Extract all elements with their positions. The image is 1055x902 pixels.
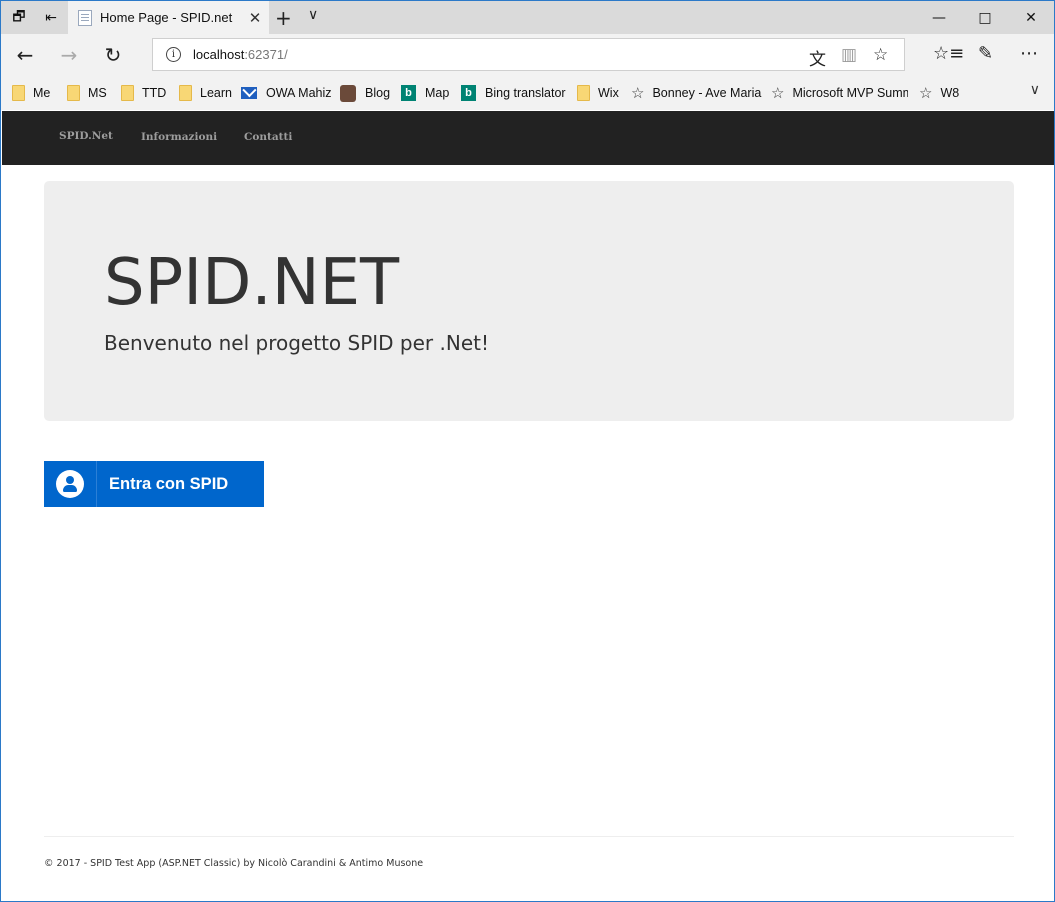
favorite-learn[interactable]: Learn	[179, 83, 232, 103]
folder-icon	[577, 85, 590, 101]
browser-tab[interactable]: Home Page - SPID.net ✕	[68, 1, 269, 34]
favorite-label: Blog	[365, 86, 391, 100]
bing-icon: b	[461, 85, 476, 101]
mail-icon	[241, 87, 257, 99]
favorite-blog[interactable]: Blog	[340, 83, 390, 103]
favorite-label: Learn	[200, 86, 232, 100]
folder-icon	[179, 85, 192, 101]
reading-view-icon[interactable]: ▥	[841, 45, 857, 65]
page-icon	[78, 9, 92, 26]
footer-divider	[44, 836, 1014, 837]
folder-icon	[121, 85, 134, 101]
window-close-icon[interactable]: ✕	[1008, 1, 1054, 34]
jumbotron: SPID.NET Benvenuto nel progetto SPID per…	[44, 181, 1014, 421]
forward-arrow-icon[interactable]: →	[54, 40, 84, 70]
tab-preview-icon[interactable]: 🗗	[9, 8, 29, 28]
info-icon[interactable]: i	[166, 47, 181, 62]
tab-title: Home Page - SPID.net	[100, 10, 233, 25]
footer-text: © 2017 - SPID Test App (ASP.NET Classic)…	[44, 858, 424, 869]
spid-icon-container	[44, 461, 97, 507]
favorites-list-icon[interactable]: ☆≡	[933, 43, 964, 64]
favorite-owa[interactable]: OWA Mahiz	[241, 83, 332, 103]
favorite-bonney[interactable]: ☆ Bonney - Ave Maria	[631, 83, 761, 103]
folder-icon	[67, 85, 80, 101]
favorite-mvp-summit[interactable]: ☆ Microsoft MVP Summ	[771, 83, 908, 103]
favorite-label: Bing translator	[485, 86, 566, 100]
star-icon: ☆	[919, 85, 933, 102]
favorite-w8[interactable]: ☆ W8	[919, 83, 959, 103]
star-icon: ☆	[771, 85, 785, 102]
favorite-ttd[interactable]: TTD	[121, 83, 166, 103]
favorite-label: W8	[940, 86, 960, 100]
user-icon	[56, 470, 84, 498]
favorite-ms[interactable]: MS	[67, 83, 107, 103]
nav-brand[interactable]: SPID.Net	[59, 130, 113, 142]
spid-login-label: Entra con SPID	[109, 474, 229, 493]
page-lead: Benvenuto nel progetto SPID per .Net!	[104, 331, 489, 355]
favorite-label: Map	[425, 86, 450, 100]
address-bar[interactable]: i localhost:62371/ 文 ▥ ☆	[152, 38, 905, 71]
star-icon: ☆	[631, 85, 645, 102]
favorite-label: MS	[88, 86, 107, 100]
close-icon[interactable]: ✕	[245, 9, 265, 27]
tab-bar: 🗗 ⇤ Home Page - SPID.net ✕ + ∨ — □ ✕	[1, 1, 1054, 34]
star-icon[interactable]: ☆	[873, 45, 888, 65]
refresh-icon[interactable]: ↻	[98, 40, 128, 70]
favorites-bar: Me MS TTD Learn OWA Mahiz Blog b Map b Bin…	[1, 76, 1054, 110]
minimize-icon[interactable]: —	[916, 1, 962, 34]
favorite-label: Me	[33, 86, 51, 100]
plus-icon[interactable]: +	[275, 6, 292, 30]
favorite-label: Bonney - Ave Maria	[652, 86, 762, 100]
back-arrow-icon[interactable]: ←	[10, 40, 40, 70]
address-host: localhost	[193, 47, 245, 62]
favorite-me[interactable]: Me	[12, 83, 50, 103]
maximize-icon[interactable]: □	[962, 1, 1008, 34]
chevron-down-icon[interactable]: ∨	[308, 7, 318, 23]
page-title: SPID.NET	[104, 246, 400, 320]
favorite-bing-translator[interactable]: b Bing translator	[461, 83, 566, 103]
bing-icon: b	[401, 85, 416, 101]
person-icon	[340, 84, 356, 102]
site-navbar: SPID.Net Informazioni Contatti	[2, 111, 1054, 165]
chevron-down-icon[interactable]: ∨	[1030, 82, 1040, 98]
favorite-wix[interactable]: Wix	[577, 83, 619, 103]
more-icon[interactable]: ⋯	[1020, 43, 1038, 64]
translate-icon[interactable]: 文	[809, 45, 826, 70]
pen-icon[interactable]: ✎	[978, 43, 993, 64]
set-aside-icon[interactable]: ⇤	[41, 8, 61, 28]
favorite-label: Wix	[598, 86, 619, 100]
address-port: :62371/	[244, 47, 288, 62]
favorite-label: OWA Mahiz	[266, 86, 332, 100]
favorite-map[interactable]: b Map	[401, 83, 449, 103]
browser-window: 🗗 ⇤ Home Page - SPID.net ✕ + ∨ — □ ✕ ← →…	[0, 0, 1055, 902]
browser-toolbar: ← → ↻ i localhost:62371/ 文 ▥ ☆ ☆≡ ✎ ⋯	[1, 34, 1054, 76]
nav-about[interactable]: Informazioni	[141, 131, 217, 143]
nav-contact[interactable]: Contatti	[244, 131, 292, 143]
favorite-label: TTD	[142, 86, 167, 100]
spid-login-button[interactable]: Entra con SPID	[44, 461, 264, 507]
folder-icon	[12, 85, 25, 101]
favorite-label: Microsoft MVP Summ	[792, 86, 908, 100]
